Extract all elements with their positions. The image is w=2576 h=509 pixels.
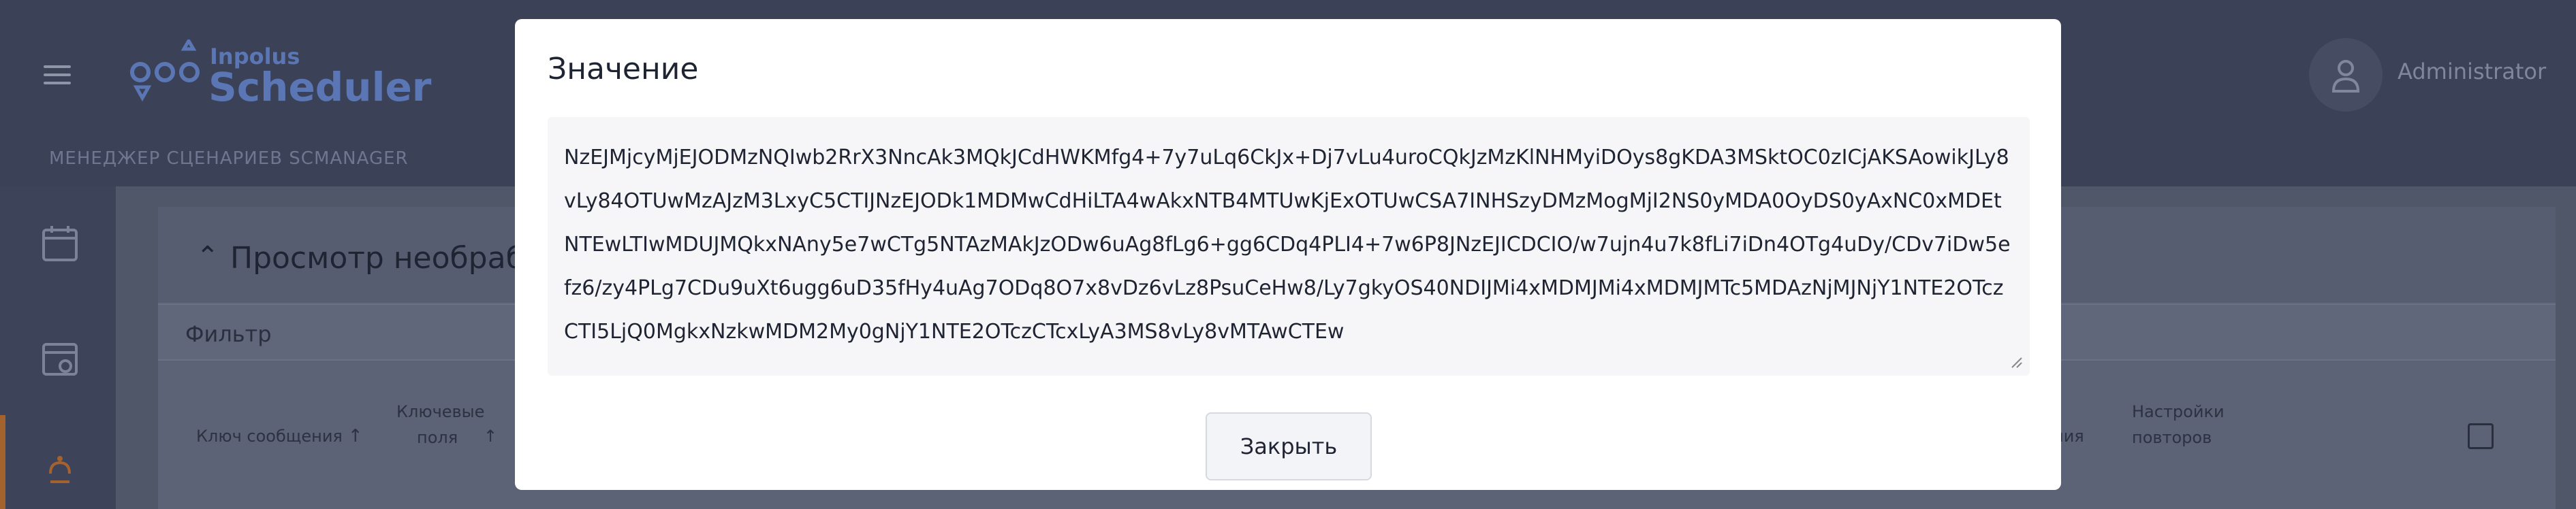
close-button[interactable]: Закрыть [1206, 412, 1372, 480]
column-label: повторов [2132, 428, 2212, 447]
chevron-up-icon[interactable]: ⌃ [196, 241, 219, 272]
select-all-checkbox[interactable] [2468, 423, 2494, 449]
value-textarea[interactable]: NzEJMjcyMjEJODMzNQIwb2RrX3NncAk3MQkJCdHW… [548, 117, 2030, 376]
scheduler-icon[interactable] [41, 453, 79, 491]
brand-name-large: Scheduler [208, 64, 432, 110]
inbox-view-icon[interactable] [41, 340, 79, 378]
sidebar [0, 186, 116, 509]
value-text[interactable]: NzEJMjcyMjEJODMzNQIwb2RrX3NncAk3MQkJCdHW… [564, 136, 2013, 354]
user-avatar[interactable] [2309, 38, 2383, 112]
filter-label: Фильтр [185, 321, 272, 347]
app-subtitle: МЕНЕДЖЕР СЦЕНАРИЕВ SCMANAGER [49, 148, 409, 169]
hamburger-menu-icon[interactable] [44, 65, 71, 84]
column-label: Настройки [2132, 402, 2225, 421]
column-header-key-fields[interactable]: Ключевые поля [396, 399, 484, 450]
resize-handle-icon[interactable] [2009, 355, 2023, 369]
sort-up-icon[interactable]: ↑ [484, 423, 497, 449]
column-label: Ключевые [396, 402, 485, 421]
column-label: поля [417, 428, 458, 447]
column-label: Ключ сообщения [196, 427, 343, 446]
dialog-title: Значение [548, 52, 699, 86]
column-header-message-key[interactable]: Ключ сообщения ↑ [196, 423, 363, 449]
user-name[interactable]: Administrator [2398, 59, 2546, 84]
sort-up-icon: ↑ [347, 426, 363, 446]
calendar-icon[interactable] [41, 225, 79, 263]
column-header-retry-settings[interactable]: Настройки повторов [2132, 399, 2225, 450]
user-icon [2331, 60, 2360, 93]
value-dialog: Значение NzEJMjcyMjEJODMzNQIwb2RrX3NncAk… [515, 19, 2061, 490]
sidebar-active-indicator [0, 415, 5, 509]
